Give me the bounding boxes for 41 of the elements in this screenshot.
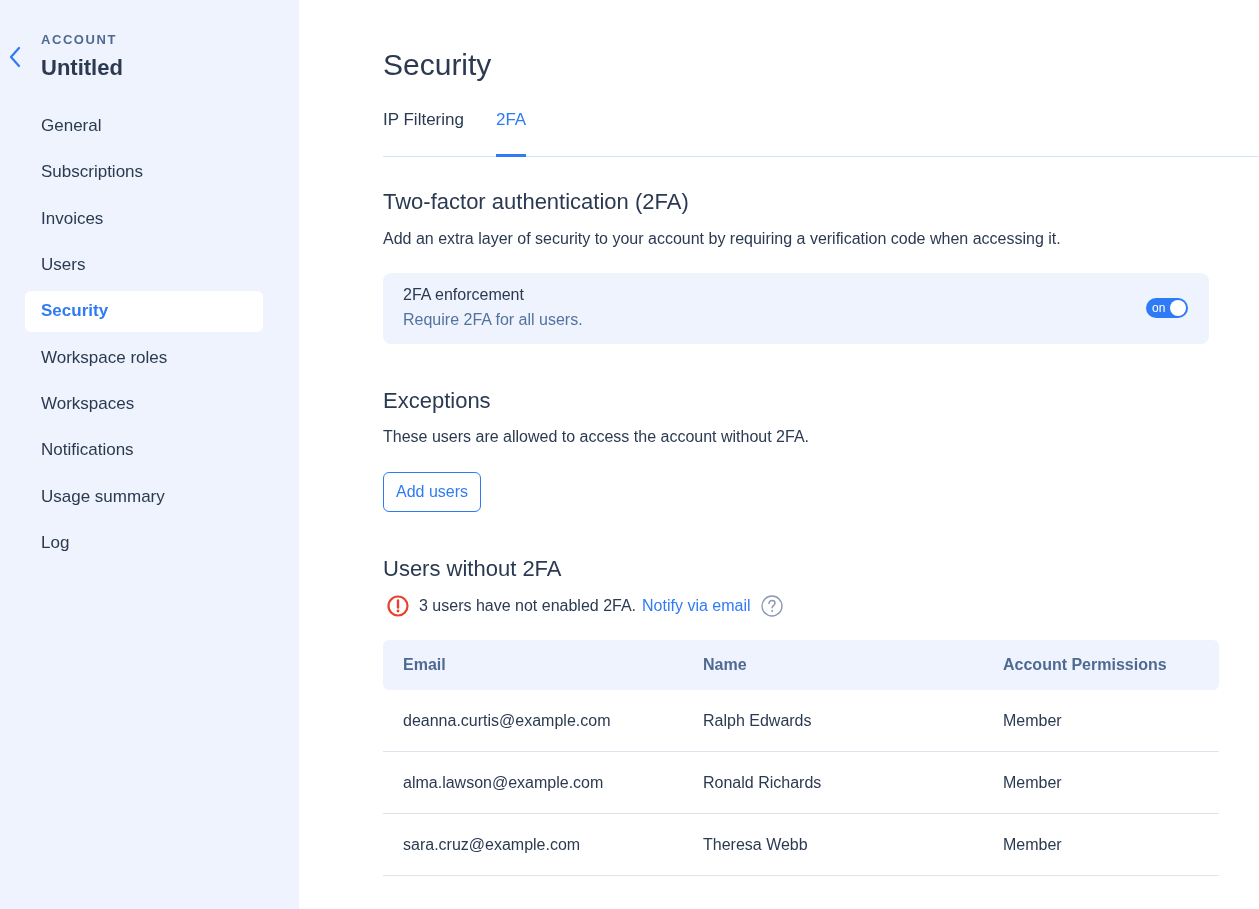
table-cell: Theresa Webb [703,835,808,853]
sidebar-item[interactable]: Invoices [25,197,263,239]
alert-message: 3 users have not enabled 2FA. [419,596,637,616]
sidebar-item[interactable]: General [25,105,263,146]
table-cell: Member [1003,773,1062,791]
tab[interactable]: 2FA [495,100,527,157]
page-title: Security [383,47,493,83]
column-header: Email [403,656,446,673]
section-description: These users are allowed to access the account without 2FA. [383,427,810,447]
table-cell: Member [1003,835,1062,853]
sidebar-item[interactable]: Subscriptions [25,151,263,193]
section-heading: Users without 2FA [383,555,563,583]
tab[interactable]: IP Filtering [383,100,464,157]
column-header: Account Permissions [1003,656,1167,673]
table-cell: Ronald Richards [703,773,822,791]
sidebar-item[interactable]: Workspaces [25,383,263,425]
back-icon[interactable] [8,46,22,68]
alert-icon [387,595,409,617]
section-heading: Two-factor authentication (2FA) [383,188,690,216]
section-label: ACCOUNT [41,31,118,49]
table-cell: Ralph Edwards [703,711,812,729]
sidebar-item[interactable]: Workspace roles [25,336,263,378]
table-cell: sara.cruz@example.com [403,835,581,853]
section-heading: Exceptions [383,387,492,415]
column-header: Name [703,656,747,673]
toggle-switch[interactable]: on [1146,298,1188,318]
table-cell: deanna.curtis@example.com [403,711,611,729]
table-cell: Member [1003,711,1062,729]
setting-description: Require 2FA for all users. [403,310,583,330]
sidebar-item[interactable]: Security [25,290,263,332]
table-cell: alma.lawson@example.com [403,773,604,791]
setting-title: 2FA enforcement [403,285,525,305]
help-icon[interactable] [760,595,783,617]
account-name: Untitled [41,54,123,82]
sidebar-item[interactable]: Notifications [25,429,263,471]
section-description: Add an extra layer of security to your account by requiring a verification code when accessing it. [383,229,1062,249]
sidebar-item[interactable]: Users [25,244,263,286]
add-users-button[interactable]: Add users [383,472,482,512]
sidebar-item[interactable]: Usage summary [25,476,263,518]
sidebar-item[interactable]: Log [25,522,263,564]
notify-link[interactable]: Notify via email [642,594,751,618]
